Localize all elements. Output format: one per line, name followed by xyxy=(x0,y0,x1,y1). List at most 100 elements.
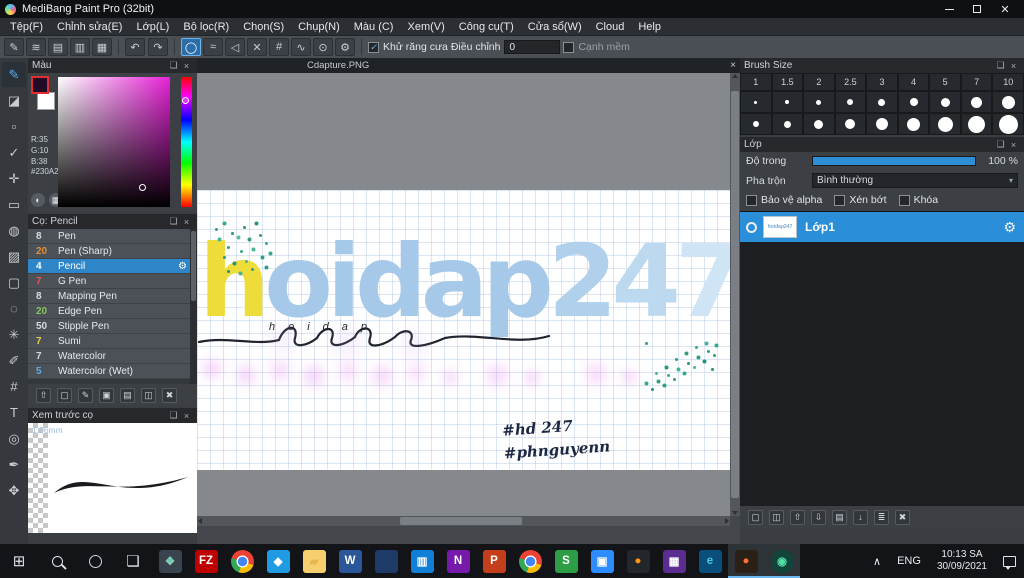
brush-shape-icon[interactable]: ◁ xyxy=(225,38,245,56)
brush-size-option[interactable] xyxy=(897,91,930,113)
lasso-tool[interactable]: ◌ xyxy=(2,296,26,321)
scroll-left-icon[interactable] xyxy=(198,518,202,524)
brush-footer-icon[interactable]: ◫ xyxy=(141,387,156,403)
color-mode-icon[interactable]: ◐ xyxy=(31,193,45,207)
taskbar-app-button[interactable]: ● xyxy=(620,544,656,578)
grid-tool[interactable]: # xyxy=(2,374,26,399)
brush-size-option[interactable]: 1.5 xyxy=(771,73,804,91)
soft-edge-checkbox[interactable]: Cạnh mềm xyxy=(563,41,630,53)
brush-shape-icon[interactable]: ⚙ xyxy=(335,38,355,56)
opacity-slider[interactable] xyxy=(812,156,976,166)
brush-size-option[interactable] xyxy=(771,113,804,135)
float-panel-icon[interactable]: ❏ xyxy=(167,216,180,227)
menu-item[interactable]: Tệp(F) xyxy=(3,19,50,35)
pan-tool[interactable]: ✥ xyxy=(2,478,26,503)
scroll-down-icon[interactable] xyxy=(732,511,738,515)
move-tool[interactable]: ✛ xyxy=(2,166,26,191)
brush-size-option[interactable]: 4 xyxy=(897,73,930,91)
layer-footer-icon[interactable]: ▤ xyxy=(832,509,847,525)
brush-size-option[interactable]: 7 xyxy=(960,73,993,91)
brush-footer-icon[interactable]: ✎ xyxy=(78,387,93,403)
tray-expand-button[interactable]: ∧ xyxy=(865,544,889,578)
eyedropper-tool[interactable]: ✒ xyxy=(2,452,26,477)
menu-item[interactable]: Help xyxy=(631,19,668,35)
brush-tool[interactable]: ✎ xyxy=(2,62,26,87)
menu-item[interactable]: Cloud xyxy=(589,19,632,35)
magic-wand-tool[interactable]: ✳ xyxy=(2,322,26,347)
layer-option-checkbox[interactable]: Khóa xyxy=(898,194,938,206)
brush-size-option[interactable]: 3 xyxy=(866,73,898,91)
fill-rect-tool[interactable]: ▭ xyxy=(2,192,26,217)
antialias-checkbox[interactable]: ✓ Khử răng cưa xyxy=(368,41,448,53)
close-panel-icon[interactable]: × xyxy=(180,411,193,421)
taskbar-app-button[interactable]: e xyxy=(692,544,728,578)
float-panel-icon[interactable]: ❏ xyxy=(994,139,1007,150)
taskbar-app-button[interactable]: ❖ xyxy=(152,544,188,578)
taskbar-app-button[interactable]: S xyxy=(548,544,584,578)
scrollbar-thumb[interactable] xyxy=(731,90,739,499)
close-button[interactable]: ✕ xyxy=(991,0,1019,18)
menu-item[interactable]: Xem(V) xyxy=(400,19,451,35)
brush-item[interactable]: 50 Stipple Pen xyxy=(28,319,190,334)
menu-item[interactable]: Chọn(S) xyxy=(236,19,291,35)
close-panel-icon[interactable]: × xyxy=(180,61,193,71)
layer-footer-icon[interactable]: ▢ xyxy=(748,509,763,525)
close-panel-icon[interactable]: × xyxy=(1007,140,1020,150)
select-pen-tool[interactable]: ✐ xyxy=(2,348,26,373)
brush-item[interactable]: 4 Pencil ⚙ xyxy=(28,259,190,274)
brush-item[interactable]: 20 Edge Pen xyxy=(28,304,190,319)
toolbar-icon[interactable]: ▥ xyxy=(70,38,90,56)
layer-option-checkbox[interactable]: Bảo vệ alpha xyxy=(746,194,822,206)
toolbar-icon[interactable]: ▦ xyxy=(92,38,112,56)
taskbar-app-button[interactable]: ◉ xyxy=(764,544,800,578)
float-panel-icon[interactable]: ❏ xyxy=(994,60,1007,71)
canvas-viewport[interactable]: hoidap247 hoidap #hd 247 #phnguyenn xyxy=(197,73,730,516)
brush-shape-icon[interactable]: ⊙ xyxy=(313,38,333,56)
brush-footer-icon[interactable]: ▣ xyxy=(99,387,114,403)
layer-footer-icon[interactable]: ≣ xyxy=(874,509,889,525)
brush-size-option[interactable] xyxy=(834,91,867,113)
scrollbar-thumb[interactable] xyxy=(191,231,196,301)
layer-footer-icon[interactable]: ⇩ xyxy=(811,509,826,525)
toolbar-icon[interactable]: ≋ xyxy=(26,38,46,56)
menu-item[interactable]: Cửa sổ(W) xyxy=(521,19,589,35)
brush-item[interactable]: 5 Watercolor (Wet) xyxy=(28,364,190,379)
notification-button[interactable] xyxy=(995,544,1024,578)
brush-item[interactable]: 8 Mapping Pen xyxy=(28,289,190,304)
brush-footer-icon[interactable]: ▢ xyxy=(57,387,72,403)
brush-shape-icon[interactable]: # xyxy=(269,38,289,56)
brush-shape-icon[interactable]: ≈ xyxy=(203,38,223,56)
brush-item[interactable]: 20 Pen (Sharp) xyxy=(28,244,190,259)
adjust-input[interactable]: 0 xyxy=(504,40,561,54)
brush-size-option[interactable] xyxy=(834,113,867,135)
menu-item[interactable]: Lớp(L) xyxy=(129,19,176,35)
start-button[interactable]: ⊞ xyxy=(0,544,38,578)
saturation-value-picker[interactable] xyxy=(58,77,170,207)
search-button[interactable] xyxy=(38,544,76,578)
taskbar-app-button[interactable]: FZ xyxy=(188,544,224,578)
brush-size-option[interactable]: 1 xyxy=(740,73,772,91)
clock[interactable]: 10:13 SA 30/09/2021 xyxy=(929,544,995,578)
undo-icon[interactable]: ↶ xyxy=(125,38,145,56)
task-view-button[interactable]: ❏ xyxy=(114,544,152,578)
taskbar-app-button[interactable]: P xyxy=(476,544,512,578)
layer-footer-icon[interactable]: ◫ xyxy=(769,509,784,525)
maximize-button[interactable] xyxy=(963,0,991,18)
menu-item[interactable]: Màu (C) xyxy=(347,19,401,35)
brush-size-option[interactable] xyxy=(960,91,993,113)
brush-size-option[interactable]: 5 xyxy=(929,73,961,91)
cortana-button[interactable] xyxy=(76,544,114,578)
select-tool[interactable]: ▢ xyxy=(2,270,26,295)
brush-size-option[interactable] xyxy=(866,91,898,113)
brush-footer-icon[interactable]: ⇧ xyxy=(36,387,51,403)
gradient-tool[interactable]: ▨ xyxy=(2,244,26,269)
toolbar-icon[interactable]: ▤ xyxy=(48,38,68,56)
taskbar-app-button[interactable]: ▰ xyxy=(296,544,332,578)
brush-footer-icon[interactable]: ▤ xyxy=(120,387,135,403)
minimize-button[interactable] xyxy=(935,0,963,18)
brush-size-option[interactable] xyxy=(929,91,961,113)
taskbar-app-button[interactable]: ▥ xyxy=(404,544,440,578)
taskbar-app-button[interactable]: N xyxy=(440,544,476,578)
close-panel-icon[interactable]: × xyxy=(1007,61,1020,71)
tab-close-icon[interactable]: × xyxy=(730,60,736,71)
